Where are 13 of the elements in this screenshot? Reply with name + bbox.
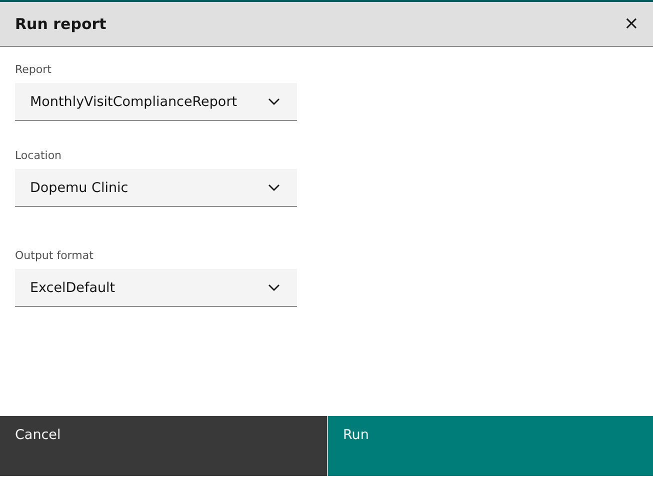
chevron-down-icon — [268, 284, 280, 292]
dialog-title: Run report — [15, 15, 106, 33]
run-button[interactable]: Run — [328, 416, 653, 476]
field-label: Output format — [15, 249, 94, 262]
chevron-down-icon — [268, 98, 280, 106]
chevron-down-icon — [268, 184, 280, 192]
dropdown[interactable]: MonthlyVisitComplianceReport — [15, 83, 297, 121]
field-label: Report — [15, 63, 52, 76]
cancel-button[interactable]: Cancel — [0, 416, 328, 476]
close-button[interactable]: × — [620, 14, 643, 34]
dropdown[interactable]: ExcelDefault — [15, 269, 297, 307]
dropdown[interactable]: Dopemu Clinic — [15, 169, 297, 207]
field-label: Location — [15, 149, 63, 162]
